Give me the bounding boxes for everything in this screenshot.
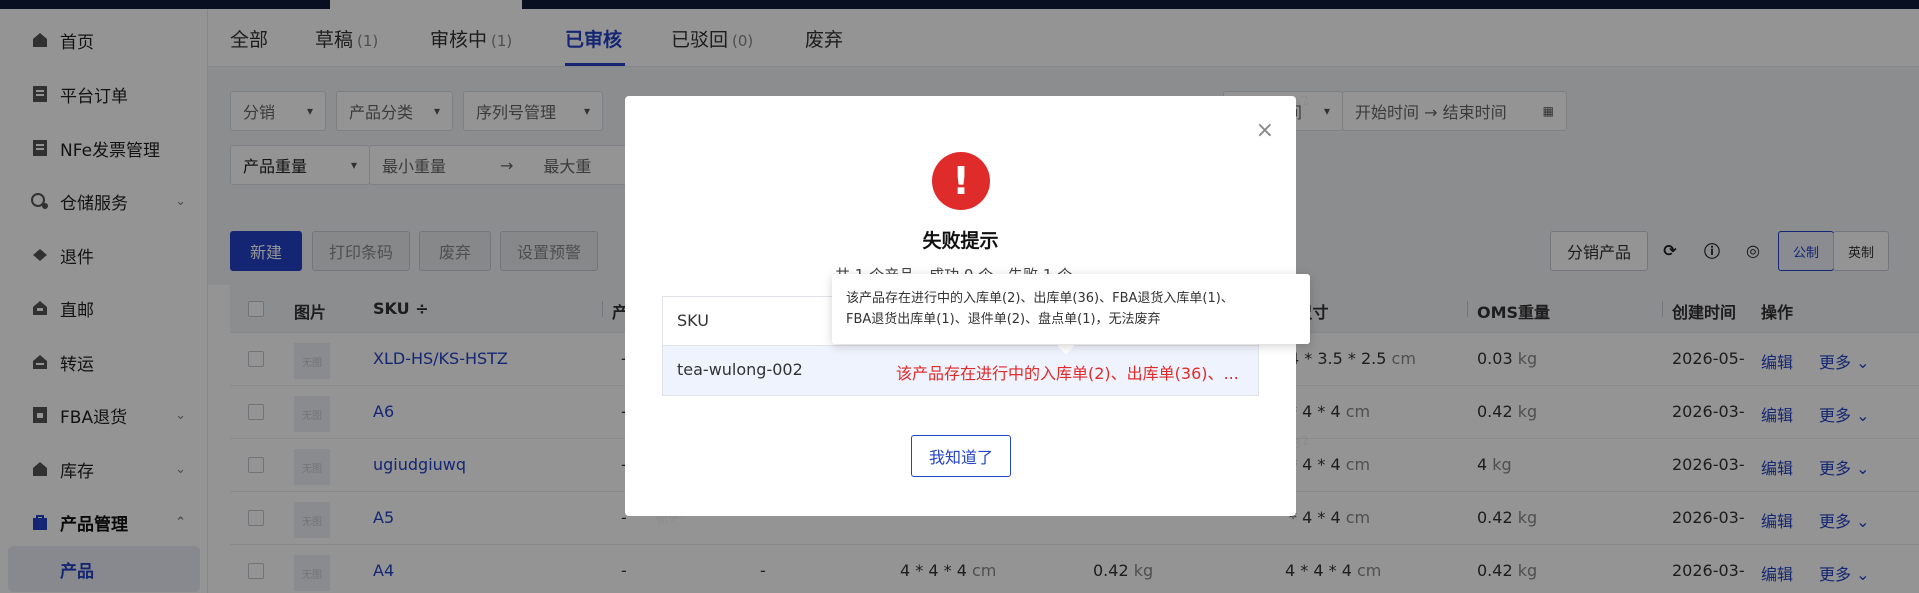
col-sku: SKU <box>677 311 709 330</box>
dialog-title: 失败提示 <box>922 230 999 252</box>
reason-tooltip: 该产品存在进行中的入库单(2)、出库单(36)、FBA退货入库单(1)、 FBA… <box>832 274 1310 344</box>
tooltip-line: 该产品存在进行中的入库单(2)、出库单(36)、FBA退货入库单(1)、 <box>846 291 1234 306</box>
close-icon[interactable]: × <box>1256 118 1274 143</box>
tooltip-line: FBA退货出库单(1)、退件单(2)、盘点单(1)，无法废弃 <box>846 312 1161 327</box>
error-icon: ! <box>932 152 990 210</box>
acknowledge-button[interactable]: 我知道了 <box>911 435 1011 477</box>
failure-reason[interactable]: 该产品存在进行中的入库单(2)、出库单(36)、... <box>896 360 1239 384</box>
failure-sku: tea-wulong-002 <box>677 360 803 379</box>
failure-table-row: tea-wulong-002 该产品存在进行中的入库单(2)、出库单(36)、.… <box>663 346 1258 395</box>
